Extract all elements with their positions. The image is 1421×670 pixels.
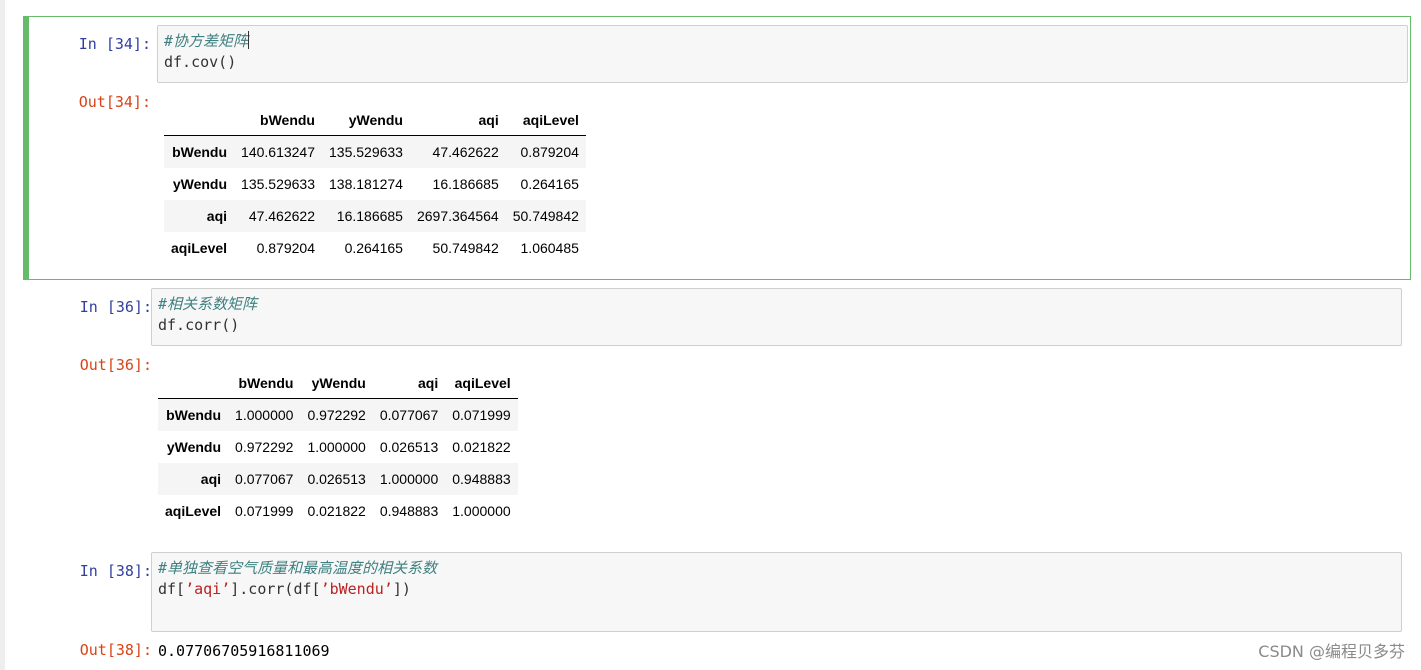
table-cell: 0.264165 [520, 176, 579, 192]
code-comment: #相关系数矩阵 [158, 295, 258, 313]
table-row: bWendu 1.000000 0.972292 0.077067 0.0719… [158, 398, 518, 431]
row-label: aqiLevel [171, 240, 228, 256]
code-editor[interactable]: #单独查看空气质量和最高温度的相关系数 df[’aqi’].corr(df[’b… [151, 552, 1402, 632]
table-header-cell: aqi [409, 105, 506, 136]
table-row: yWendu 135.529633 138.181274 16.186685 0… [164, 168, 586, 200]
table-cell: 0.972292 [235, 439, 294, 455]
table-row: aqi 0.077067 0.026513 1.000000 0.948883 [158, 463, 518, 495]
row-label: yWendu [172, 176, 228, 192]
code-line: df[’aqi’].corr(df[’bWendu’]) [158, 579, 1395, 600]
table-cell: 0.077067 [235, 471, 294, 487]
code-token: ].corr(df[ [230, 580, 321, 598]
code-string: ’aqi’ [185, 580, 231, 598]
table-row: aqiLevel 0.879204 0.264165 50.749842 1.0… [164, 232, 586, 264]
row-label: bWendu [166, 407, 222, 423]
table-cell: 1.060485 [520, 240, 579, 256]
row-label: bWendu [172, 144, 228, 160]
table-header-row: bWendu yWendu aqi aqiLevel [158, 368, 518, 399]
table-row: yWendu 0.972292 1.000000 0.026513 0.0218… [158, 431, 518, 463]
table-row: bWendu 140.613247 135.529633 47.462622 0… [164, 135, 586, 168]
table-header-cell: aqi [372, 368, 446, 399]
table-cell: 47.462622 [248, 208, 315, 224]
output-prompt: Out[36]: [79, 356, 152, 374]
table-cell: 50.749842 [432, 240, 499, 256]
table-cell: 1.000000 [307, 439, 366, 455]
text-cursor [248, 31, 250, 49]
table-cell: 0.879204 [256, 240, 315, 256]
table-cell: 0.026513 [307, 471, 366, 487]
notebook-cell-corr[interactable]: In [36]: #相关系数矩阵 df.corr() Out[36]: bWen… [23, 280, 1411, 540]
table-cell: 47.462622 [432, 144, 499, 160]
notebook-left-gutter [0, 0, 5, 670]
table-cell: 0.948883 [452, 471, 511, 487]
table-cell: 0.077067 [379, 407, 439, 423]
table-header-cell: bWendu [228, 368, 301, 399]
table-cell: 0.879204 [520, 144, 579, 160]
input-prompt: In [34]: [78, 35, 151, 53]
input-prompt: In [38]: [79, 562, 152, 580]
table-cell: 16.186685 [336, 208, 403, 224]
code-token: df[ [158, 580, 186, 598]
code-line: df.cov() [164, 53, 237, 71]
row-label: aqiLevel [165, 503, 222, 519]
table-header-index [164, 105, 235, 136]
code-comment: #协方差矩阵 [164, 32, 249, 50]
code-editor[interactable]: #协方差矩阵 df.cov() [157, 25, 1408, 83]
table-cell: 1.000000 [452, 503, 511, 519]
table-cell: 2697.364564 [416, 208, 499, 224]
code-comment: #单独查看空气质量和最高温度的相关系数 [158, 559, 438, 577]
code-string: ’bWendu’ [320, 580, 393, 598]
output-prompt: Out[34]: [78, 93, 151, 111]
table-cell: 1.000000 [235, 407, 294, 423]
code-token: ]) [392, 580, 411, 598]
code-line: df.corr() [158, 316, 240, 334]
row-label: aqi [206, 208, 228, 224]
table-row: aqiLevel 0.071999 0.021822 0.948883 1.00… [158, 495, 518, 527]
table-header-cell: yWendu [300, 368, 373, 399]
table-cell: 0.264165 [344, 240, 403, 256]
table-cell: 50.749842 [512, 208, 579, 224]
output-value: 0.07706705916811069 [158, 642, 330, 660]
table-header-index [158, 368, 229, 399]
table-cell: 0.071999 [452, 407, 511, 423]
table-cell: 0.071999 [235, 503, 294, 519]
table-cell: 0.948883 [379, 503, 439, 519]
table-cell: 1.000000 [379, 471, 439, 487]
table-cell: 140.613247 [241, 144, 315, 160]
code-editor[interactable]: #相关系数矩阵 df.corr() [151, 288, 1402, 346]
table-cell: 0.026513 [379, 439, 439, 455]
table-row: aqi 47.462622 16.186685 2697.364564 50.7… [164, 200, 586, 232]
table-header-cell: yWendu [322, 105, 410, 136]
row-label: aqi [200, 471, 222, 487]
row-label: yWendu [166, 439, 222, 455]
table-cell: 135.529633 [329, 144, 403, 160]
table-cell: 0.972292 [307, 407, 366, 423]
table-cell: 16.186685 [432, 176, 499, 192]
table-cell: 135.529633 [241, 176, 315, 192]
table-header-cell: aqiLevel [505, 105, 586, 136]
table-cell: 0.021822 [307, 503, 366, 519]
input-prompt: In [36]: [79, 298, 152, 316]
dataframe-table: bWendu yWendu aqi aqiLevel bWendu 1.0000… [158, 368, 518, 527]
notebook-cell-single-corr[interactable]: In [38]: #单独查看空气质量和最高温度的相关系数 df[’aqi’].c… [23, 544, 1411, 670]
table-header-cell: bWendu [234, 105, 322, 136]
table-cell: 0.021822 [452, 439, 511, 455]
csdn-watermark: CSDN @编程贝多芬 [1258, 642, 1405, 661]
table-cell: 138.181274 [329, 176, 403, 192]
notebook-cell-cov[interactable]: In [34]: #协方差矩阵 df.cov() Out[34]: bWendu… [23, 16, 1411, 280]
output-prompt: Out[38]: [79, 641, 152, 659]
dataframe-table: bWendu yWendu aqi aqiLevel bWendu 140.61… [164, 105, 586, 264]
table-header-cell: aqiLevel [445, 368, 518, 399]
table-header-row: bWendu yWendu aqi aqiLevel [164, 105, 586, 136]
